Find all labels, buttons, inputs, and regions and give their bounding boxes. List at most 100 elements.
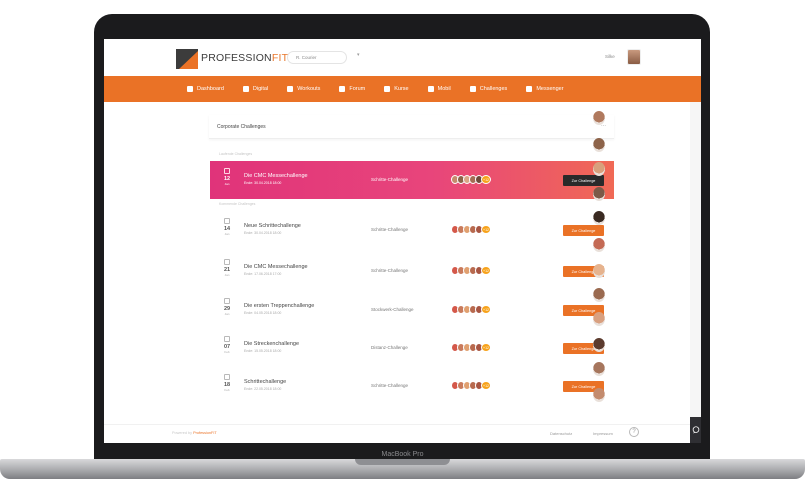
page-title: Corporate Challenges bbox=[217, 124, 266, 130]
challenge-title: Die CMC Messechallenge bbox=[244, 173, 308, 179]
nav-item-challenges[interactable]: Challenges bbox=[469, 86, 508, 92]
challenge-end-date: Ende: 17.06.2018 17:00 bbox=[244, 272, 282, 276]
contact-avatar[interactable] bbox=[593, 187, 605, 201]
challenge-row[interactable]: 29 Jan Die ersten Treppenchallenge Ende: 04… bbox=[210, 291, 614, 329]
participant-avatars: +12 bbox=[451, 305, 491, 314]
user-avatar[interactable] bbox=[627, 49, 641, 65]
footer-brand-link[interactable]: ProfessionFIT bbox=[193, 431, 217, 435]
imprint-link[interactable]: Impressum bbox=[593, 431, 613, 436]
contacts-sidebar bbox=[690, 102, 701, 443]
calendar-date: 21 Jan bbox=[222, 259, 232, 277]
nav-item-workouts[interactable]: Workouts bbox=[287, 86, 320, 92]
user-name[interactable]: Silke bbox=[605, 54, 615, 59]
challenge-row[interactable]: 07 Feb Die Streckenchallenge Ende: 15.05.20… bbox=[210, 329, 614, 367]
challenge-row[interactable]: 21 Jan Die CMC Messechallenge Ende: 17.06.2… bbox=[210, 252, 614, 290]
contact-avatar[interactable] bbox=[593, 211, 605, 225]
contact-avatar[interactable] bbox=[593, 362, 605, 376]
calendar-date: 29 Jan bbox=[222, 298, 232, 316]
challenge-title: Schrittechallenge bbox=[244, 379, 287, 385]
nav-item-digital[interactable]: Digital bbox=[242, 86, 269, 92]
open-challenge-button[interactable]: Zur Challenge bbox=[563, 175, 604, 186]
open-challenge-button[interactable]: Zur Challenge bbox=[563, 225, 604, 236]
nav-item-dashboard[interactable]: Dashboard bbox=[187, 86, 224, 92]
device-brand-label: MacBook Pro bbox=[381, 451, 424, 458]
calendar-icon bbox=[224, 218, 230, 224]
date-month: Feb bbox=[224, 388, 230, 392]
app-screen: PROFESSIONFIT R. Courier ▾ Silke Dashboa… bbox=[104, 39, 701, 443]
nav-item-messenger[interactable]: Messenger bbox=[526, 86, 564, 92]
help-icon[interactable]: ? bbox=[629, 427, 639, 437]
date-month: Jan bbox=[224, 182, 230, 186]
nav-item-label: Forum bbox=[349, 86, 366, 92]
challenge-title: Neue Schrittechallenge bbox=[244, 223, 301, 229]
section-label-upcoming: Kommende Challenges bbox=[219, 202, 256, 206]
contact-avatar[interactable] bbox=[593, 264, 605, 278]
nav-item-mobil[interactable]: Mobil bbox=[427, 86, 451, 92]
participant-count-badge: +12 bbox=[481, 305, 491, 314]
date-month: Jan bbox=[224, 273, 230, 277]
top-bar: PROFESSIONFIT R. Courier ▾ Silke bbox=[104, 39, 701, 76]
challenge-row-active[interactable]: 12 Jan Die CMC Messechallenge Ende: 30.0… bbox=[210, 161, 614, 199]
contact-avatar[interactable] bbox=[593, 338, 605, 352]
participant-avatars: +12 bbox=[451, 266, 491, 275]
participant-avatars: +12 bbox=[451, 175, 491, 184]
challenge-type: Distanz-Challenge bbox=[371, 345, 408, 350]
contact-avatar[interactable] bbox=[593, 162, 605, 176]
nav-item-label: Digital bbox=[252, 86, 269, 92]
contact-avatar[interactable] bbox=[593, 138, 605, 152]
nav-item-forum[interactable]: Forum bbox=[339, 86, 365, 92]
logo-text-accent: FIT bbox=[271, 52, 289, 64]
calendar-icon bbox=[224, 336, 230, 342]
footer-copyright: Powered by ProfessionFIT bbox=[172, 431, 217, 435]
challenge-end-date: Ende: 30.04.2018 18:00 bbox=[244, 181, 282, 185]
chevron-down-icon[interactable]: ▾ bbox=[357, 52, 360, 58]
calendar-icon bbox=[224, 374, 230, 380]
participant-avatars: +12 bbox=[451, 343, 491, 352]
nav-item-label: Challenges bbox=[479, 86, 508, 92]
calendar-icon bbox=[224, 168, 230, 174]
logo-text[interactable]: PROFESSIONFIT bbox=[201, 52, 288, 64]
section-label-active: Laufende Challenges bbox=[219, 152, 253, 156]
challenge-type: Schritte-Challenge bbox=[371, 227, 409, 232]
nav-item-label: Kurse bbox=[394, 86, 409, 92]
contact-avatar[interactable] bbox=[593, 111, 605, 125]
participant-avatars: +12 bbox=[451, 381, 491, 390]
home-icon bbox=[187, 86, 193, 92]
participant-count-badge: +12 bbox=[481, 175, 491, 184]
nav-item-kurse[interactable]: Kurse bbox=[384, 86, 409, 92]
logo-text-main: PROFESSION bbox=[201, 52, 272, 64]
calendar-date: 07 Feb bbox=[222, 336, 232, 354]
chat-bubble-icon bbox=[692, 426, 699, 434]
chat-toggle-button[interactable] bbox=[690, 417, 701, 443]
participant-count-badge: +12 bbox=[481, 266, 491, 275]
play-icon bbox=[242, 86, 249, 92]
trophy-icon bbox=[469, 86, 476, 92]
contact-avatar[interactable] bbox=[593, 388, 605, 402]
challenge-end-date: Ende: 22.05.2018 18:00 bbox=[244, 387, 282, 391]
contact-avatar[interactable] bbox=[593, 238, 605, 252]
challenge-type: Stockwerk-Challenge bbox=[371, 307, 414, 312]
challenge-row[interactable]: 14 Jan Neue Schrittechallenge Ende: 30.04.2… bbox=[210, 211, 614, 249]
date-month: Feb bbox=[224, 350, 230, 354]
org-selector[interactable]: R. Courier bbox=[287, 51, 347, 64]
contact-avatar[interactable] bbox=[593, 312, 605, 326]
challenge-title: Die Streckenchallenge bbox=[244, 341, 300, 347]
participant-count-badge: +12 bbox=[481, 343, 491, 352]
contact-avatar[interactable] bbox=[593, 288, 605, 302]
challenges-card-header: Corporate Challenges ... bbox=[209, 115, 614, 139]
participant-count-badge: +12 bbox=[481, 225, 491, 234]
challenge-title: Die CMC Messechallenge bbox=[244, 264, 308, 270]
nav-item-label: Workouts bbox=[297, 86, 321, 92]
challenge-end-date: Ende: 04.05.2018 18:00 bbox=[244, 311, 282, 315]
challenge-row[interactable]: 18 Feb Schrittechallenge Ende: 22.05.2018 1… bbox=[210, 367, 614, 405]
footer-copyright-text: Powered by bbox=[172, 431, 194, 435]
chat-icon bbox=[339, 86, 346, 92]
nav-item-label: Messenger bbox=[536, 86, 564, 92]
date-month: Jan bbox=[224, 232, 230, 236]
calendar-icon bbox=[224, 298, 230, 304]
date-month: Jan bbox=[224, 312, 230, 316]
challenge-type: Schritte-Challenge bbox=[371, 268, 409, 273]
challenge-type: Schritte-Challenge bbox=[371, 383, 409, 388]
calendar-date: 18 Feb bbox=[222, 374, 232, 392]
privacy-link[interactable]: Datenschutz bbox=[550, 431, 572, 436]
